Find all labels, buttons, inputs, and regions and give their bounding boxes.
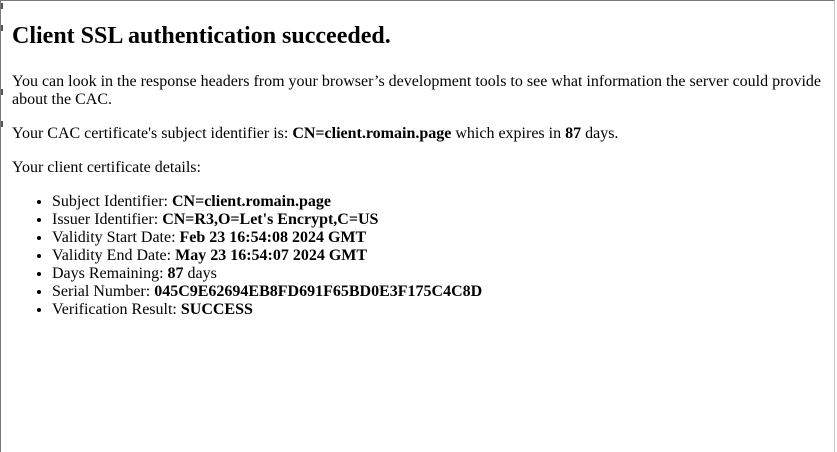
- viewport-edge: [1, 1, 4, 161]
- detail-item-issuer: Issuer Identifier: CN=R3,O=Let's Encrypt…: [52, 211, 828, 229]
- detail-value: 045C9E62694EB8FD691F65BD0E3F175C4C8D: [154, 283, 483, 300]
- detail-label: Issuer Identifier:: [52, 211, 163, 228]
- detail-label: Validity End Date:: [52, 247, 176, 264]
- subject-paragraph: Your CAC certificate's subject identifie…: [12, 125, 828, 143]
- detail-suffix: days: [183, 265, 217, 282]
- page-content: Client SSL authentication succeeded. You…: [12, 1, 828, 319]
- detail-item-serial: Serial Number: 045C9E62694EB8FD691F65BD0…: [52, 283, 828, 301]
- subject-identifier: CN=client.romain.page: [292, 125, 452, 142]
- detail-item-days-remaining: Days Remaining: 87 days: [52, 265, 828, 283]
- detail-value: SUCCESS: [180, 301, 253, 318]
- detail-item-end-date: Validity End Date: May 23 16:54:07 2024 …: [52, 247, 828, 265]
- detail-label: Subject Identifier:: [52, 193, 172, 210]
- detail-label: Verification Result:: [52, 301, 181, 318]
- expiry-days: 87: [565, 125, 582, 142]
- intro-paragraph: You can look in the response headers fro…: [12, 73, 821, 108]
- details-label: Your client certificate details:: [12, 159, 201, 176]
- subject-middle: which expires in: [451, 125, 566, 142]
- detail-item-verification: Verification Result: SUCCESS: [52, 301, 828, 319]
- detail-label: Serial Number:: [52, 283, 155, 300]
- subject-prefix: Your CAC certificate's subject identifie…: [12, 125, 293, 142]
- detail-value: CN=client.romain.page: [171, 193, 331, 210]
- detail-item-subject: Subject Identifier: CN=client.romain.pag…: [52, 193, 828, 211]
- certificate-details-list: Subject Identifier: CN=client.romain.pag…: [12, 193, 828, 319]
- detail-value: Feb 23 16:54:08 2024 GMT: [179, 229, 367, 246]
- subject-suffix: days.: [581, 125, 619, 142]
- detail-label: Validity Start Date:: [52, 229, 180, 246]
- detail-value: 87: [167, 265, 184, 282]
- detail-item-start-date: Validity Start Date: Feb 23 16:54:08 202…: [52, 229, 828, 247]
- detail-value: CN=R3,O=Let's Encrypt,C=US: [162, 211, 379, 228]
- page-title: Client SSL authentication succeeded.: [12, 23, 391, 49]
- detail-value: May 23 16:54:07 2024 GMT: [175, 247, 368, 264]
- detail-label: Days Remaining:: [52, 265, 168, 282]
- browser-viewport: Client SSL authentication succeeded. You…: [0, 0, 835, 452]
